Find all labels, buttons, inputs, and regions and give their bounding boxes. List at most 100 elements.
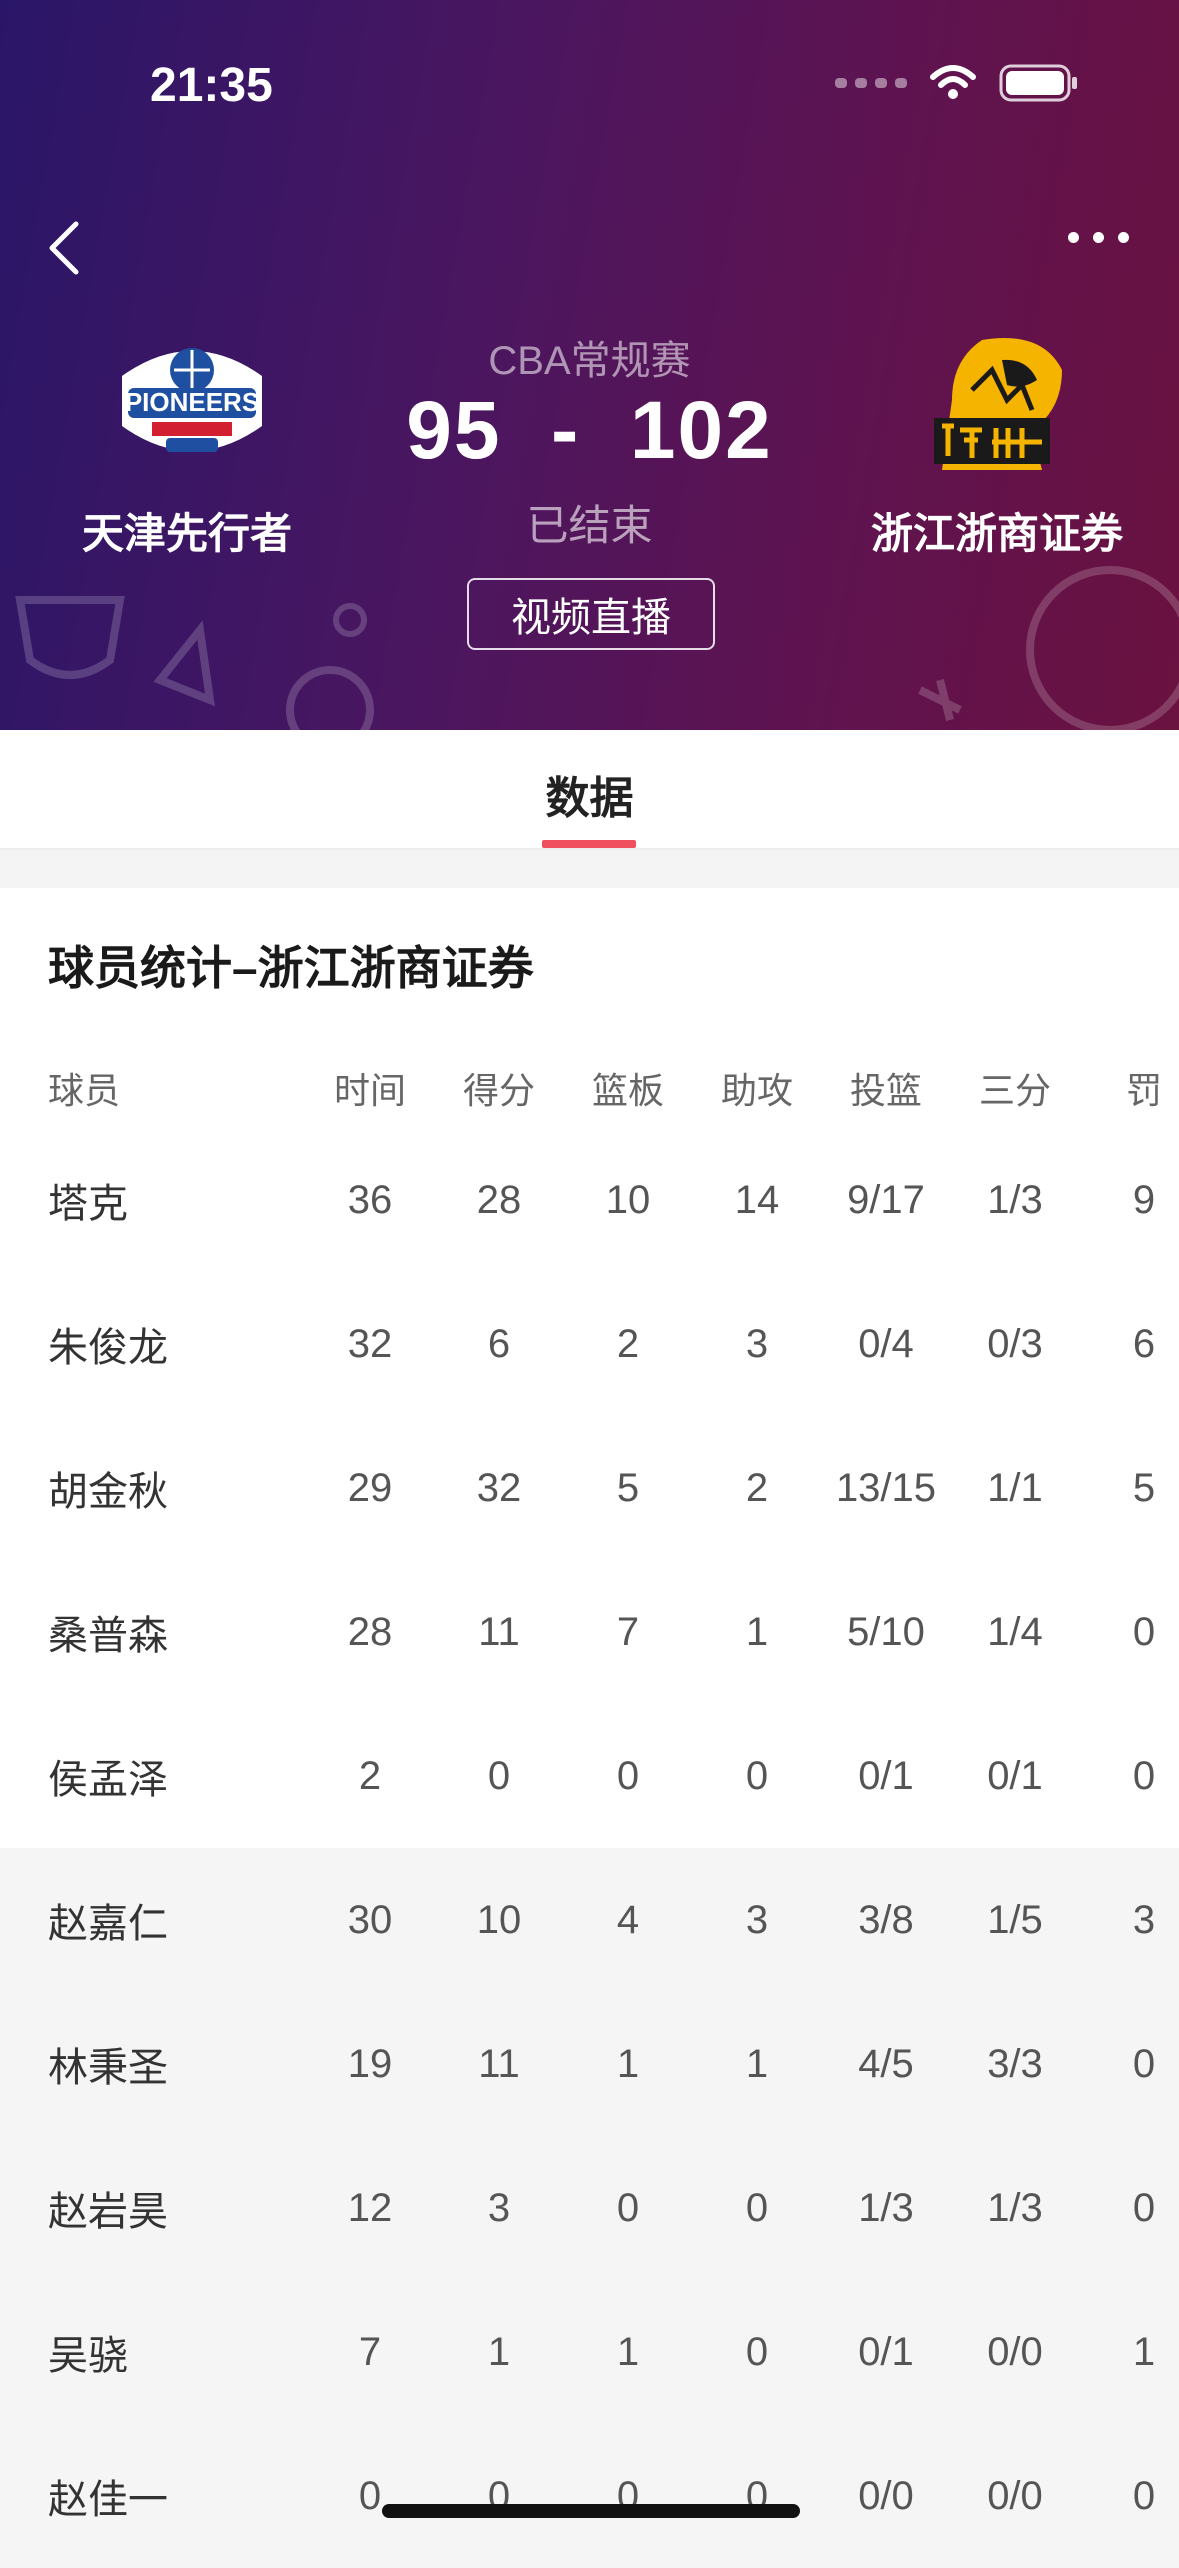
stat-value: 5 [1132, 1465, 1156, 1510]
stat-value: 11 [478, 2041, 520, 2086]
stat-value: 12 [347, 2185, 393, 2230]
stat-value: 11 [478, 1609, 520, 1654]
stat-value: 1/3 [987, 2185, 1043, 2230]
video-live-button[interactable]: 视频直播 [467, 578, 715, 650]
stat-value: 9 [1132, 1177, 1156, 1222]
table-row[interactable]: 胡金秋 29 32 5 2 13/15 1/1 5 [0, 1416, 1179, 1560]
stat-value: 0/0 [987, 2473, 1043, 2518]
column-header: 投篮 [849, 1070, 922, 1111]
league-label: CBA常规赛 [488, 339, 691, 383]
stat-value: 0 [745, 2329, 769, 2374]
stat-value: 0 [616, 1753, 640, 1798]
stat-value: 3/8 [858, 1897, 914, 1942]
status-time: 21:35 [150, 59, 273, 112]
stat-value: 36 [347, 1177, 393, 1222]
stat-value: 14 [734, 1177, 780, 1222]
stat-value: 4 [616, 1897, 640, 1942]
stat-value: 1 [616, 2329, 640, 2374]
stat-value: 0/4 [858, 1321, 914, 1366]
table-header-row: 球员 时间 得分 篮板 助攻 投篮 三分 罚 [0, 1048, 1179, 1128]
wifi-icon [930, 65, 976, 99]
stat-value: 2 [745, 1465, 769, 1510]
player-name: 赵佳一 [48, 2478, 168, 2522]
player-name: 赵嘉仁 [48, 1902, 168, 1946]
stat-value: 0 [745, 2473, 769, 2518]
stat-value: 7 [616, 1609, 640, 1654]
stat-value: 28 [476, 1177, 522, 1222]
chevron-left-icon [49, 221, 79, 275]
column-header: 篮板 [591, 1070, 664, 1111]
player-name: 林秉圣 [48, 2046, 168, 2090]
match-header: 21:35 PIONEERS 天津先行者 浙江浙商证券 CBA常规赛 95 - … [0, 0, 1179, 730]
stat-value: 0 [358, 2473, 382, 2518]
table-row[interactable]: 侯孟泽 2 0 0 0 0/1 0/1 0 [0, 1704, 1179, 1848]
more-dot-icon [1093, 232, 1104, 243]
home-indicator[interactable] [382, 2504, 800, 2518]
player-name: 朱俊龙 [48, 1326, 168, 1370]
stat-value: 0/3 [987, 1321, 1043, 1366]
stat-value: 1 [616, 2041, 640, 2086]
status-icons [835, 64, 1079, 102]
stat-value: 3 [745, 1897, 769, 1942]
stat-value: 32 [476, 1465, 522, 1510]
battery-icon [999, 64, 1077, 102]
stat-value: 0 [1132, 2041, 1156, 2086]
stat-value: 5/10 [847, 1609, 925, 1654]
tab-active-indicator [542, 840, 636, 848]
player-stats-card: 球员统计–浙江浙商证券 球员 时间 得分 篮板 助攻 投篮 三分罚塔克 36 28 10 14 9/1… [0, 888, 1179, 2568]
tab-data[interactable]: 数据 [0, 762, 1179, 826]
stat-value: 32 [347, 1321, 393, 1366]
match-state: 已结束 [526, 502, 653, 549]
tab-bar: 数据 [0, 730, 1179, 850]
stat-value: 0 [1132, 2185, 1156, 2230]
table-row[interactable]: 赵岩昊 12 3 0 0 1/3 1/3 0 [0, 2136, 1179, 2280]
stat-value: 3/3 [987, 2041, 1043, 2086]
stat-value: 19 [347, 2041, 393, 2086]
stat-value: 2 [358, 1753, 382, 1798]
table-row[interactable]: 林秉圣 19 11 1 1 4/5 3/3 0 [0, 1992, 1179, 2136]
stat-value: 28 [347, 1609, 393, 1654]
stat-value: 5 [616, 1465, 640, 1510]
more-dot-icon [1118, 232, 1129, 243]
column-header: 时间 [333, 1070, 406, 1111]
column-header: 助攻 [720, 1070, 793, 1111]
column-header: 罚 [1125, 1070, 1162, 1111]
stat-value: 6 [1132, 1321, 1156, 1366]
back-button[interactable] [44, 218, 94, 278]
stats-title: 球员统计–浙江浙商证券 [48, 942, 534, 994]
stat-value: 0 [745, 2185, 769, 2230]
stat-value: 1 [487, 2329, 511, 2374]
stat-value: 0 [616, 2473, 640, 2518]
stat-value: 0/1 [987, 1753, 1043, 1798]
match-score: 95 - 102 [406, 385, 773, 476]
stat-value: 0 [616, 2185, 640, 2230]
stat-value: 0 [745, 1753, 769, 1798]
stat-value: 4/5 [858, 2041, 914, 2086]
stat-value: 1 [745, 1609, 769, 1654]
player-name: 侯孟泽 [48, 1758, 168, 1802]
more-button[interactable] [1068, 232, 1129, 243]
stat-value: 1/1 [987, 1465, 1043, 1510]
stat-value: 9/17 [847, 1177, 925, 1222]
table-row[interactable]: 吴骁 7 1 1 0 0/1 0/0 1 [0, 2280, 1179, 2424]
table-row[interactable]: 赵佳一 0 0 0 0 0/0 0/0 0 [0, 2424, 1179, 2568]
stat-value: 0/1 [858, 2329, 914, 2374]
stat-value: 1 [745, 2041, 769, 2086]
table-row[interactable]: 赵嘉仁 30 10 4 3 3/8 1/5 3 [0, 1848, 1179, 1992]
stat-value: 7 [358, 2329, 382, 2374]
more-dot-icon [1068, 232, 1079, 243]
column-header: 球员 [48, 1070, 121, 1111]
table-row[interactable]: 桑普森 28 11 7 1 5/10 1/4 0 [0, 1560, 1179, 1704]
stat-value: 2 [616, 1321, 640, 1366]
player-name: 塔克 [48, 1182, 128, 1226]
stat-value: 13/15 [835, 1465, 937, 1510]
stat-value: 1/3 [858, 2185, 914, 2230]
stat-value: 0 [1132, 1609, 1156, 1654]
stat-value: 30 [347, 1897, 393, 1942]
player-name: 赵岩昊 [48, 2190, 168, 2234]
signal-icon [835, 78, 907, 88]
table-row[interactable]: 朱俊龙 32 6 2 3 0/4 0/3 6 [0, 1272, 1179, 1416]
stat-value: 1/4 [987, 1609, 1043, 1654]
table-row[interactable]: 塔克 36 28 10 14 9/17 1/3 9 [0, 1128, 1179, 1272]
stat-value: 0 [487, 2473, 511, 2518]
